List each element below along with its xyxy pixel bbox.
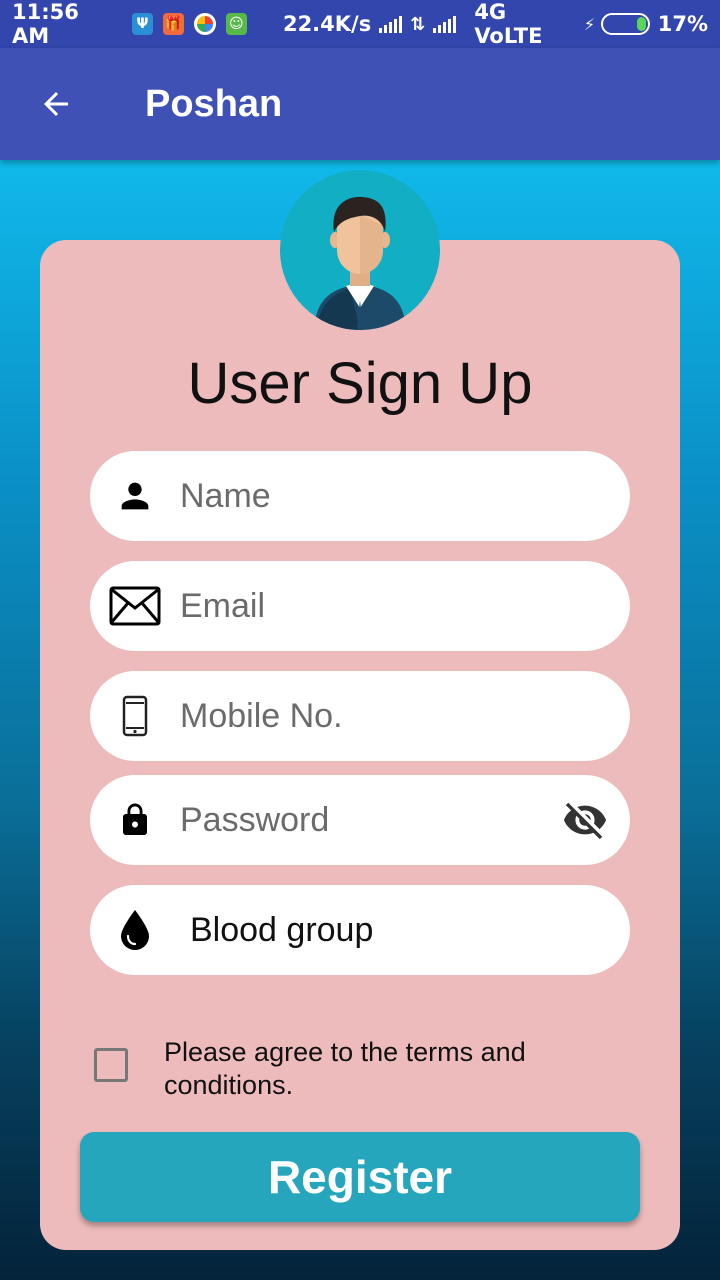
terms-text: Please agree to the terms and conditions… [164, 1037, 526, 1100]
signal-icon [379, 15, 403, 33]
terms-row: Please agree to the terms and conditions… [94, 1036, 614, 1102]
avatar [280, 170, 440, 330]
gift-icon: 🎁 [163, 13, 185, 35]
eye-off-icon[interactable] [560, 795, 610, 845]
photos-icon [194, 13, 216, 35]
network-type: 4G VoLTE [474, 0, 543, 48]
app-bar: Poshan [0, 48, 720, 160]
app-title: Poshan [145, 82, 283, 125]
mobile-input[interactable] [180, 686, 540, 746]
mobile-field[interactable] [90, 671, 630, 761]
arrow-left-icon [44, 92, 68, 116]
name-field[interactable] [90, 451, 630, 541]
bolt-icon: ⚡ [583, 14, 596, 34]
password-input[interactable] [180, 790, 540, 850]
page-title: User Sign Up [187, 351, 533, 416]
data-arrows-icon: ⇅ [410, 13, 426, 35]
blood-group-label: Blood group [190, 910, 374, 949]
terms-checkbox[interactable] [94, 1048, 128, 1082]
user-avatar-icon [314, 196, 406, 330]
phone-icon [90, 671, 180, 761]
usb-icon: Ψ [131, 13, 154, 35]
status-time: 11:56 AM [12, 0, 79, 48]
email-input[interactable] [180, 576, 540, 636]
lock-icon [90, 775, 180, 865]
register-button[interactable]: Register [80, 1132, 640, 1222]
drop-icon [90, 885, 180, 975]
net-speed: 22.4K/s [282, 12, 372, 36]
name-input[interactable] [180, 466, 540, 526]
password-field[interactable] [90, 775, 630, 865]
signal-icon [433, 15, 457, 33]
back-button[interactable] [0, 48, 112, 160]
email-field[interactable] [90, 561, 630, 651]
envelope-icon [90, 561, 180, 651]
battery-level: 17% [657, 12, 708, 36]
status-bar: 11:56 AM Ψ 🎁 ☺ 22.4K/s ⇅ 4G VoLTE ⚡ 17% [0, 0, 720, 48]
blood-group-select[interactable]: Blood group [90, 885, 630, 975]
person-icon [90, 451, 180, 541]
game-icon: ☺ [225, 13, 247, 35]
battery-icon [601, 13, 650, 35]
